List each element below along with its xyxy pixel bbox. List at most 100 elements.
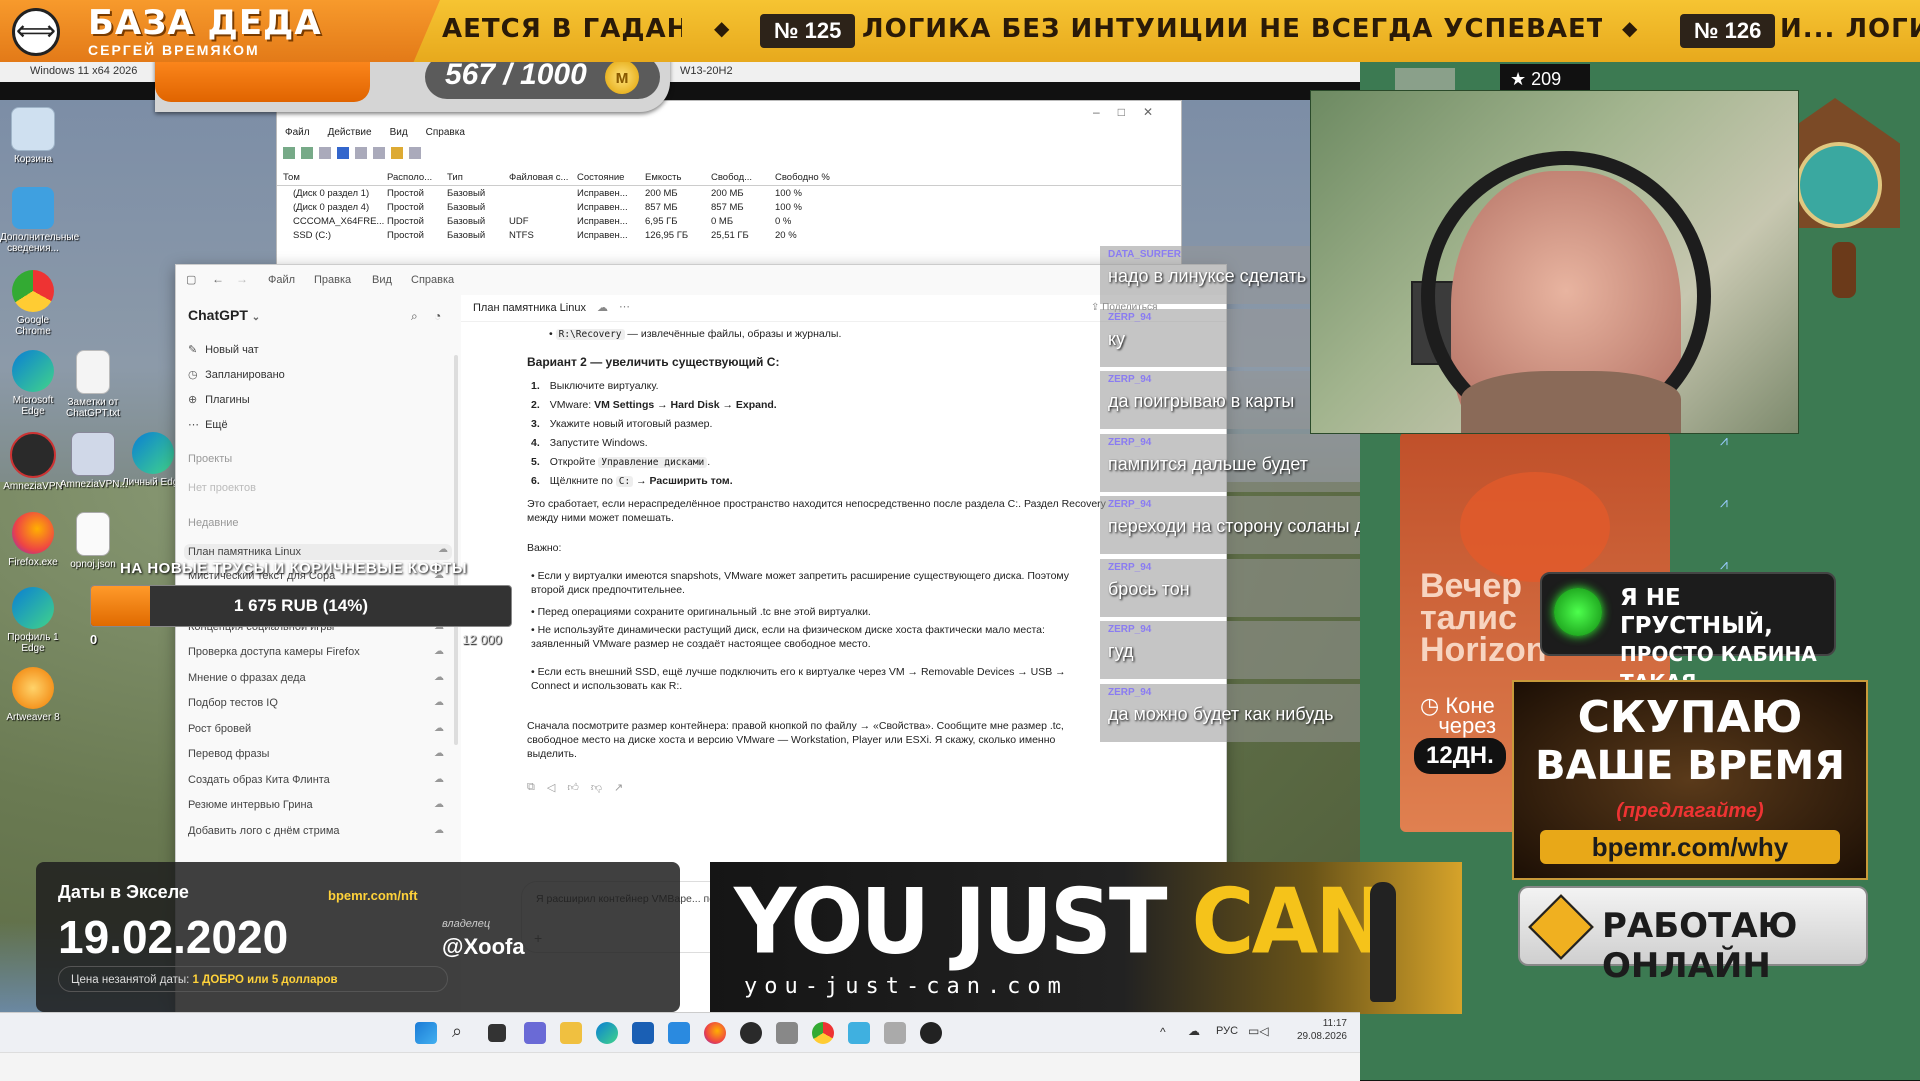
window-controls[interactable]: –□✕: [1093, 105, 1171, 119]
vm-tab-1[interactable]: Windows 11 x64 2026: [30, 65, 137, 77]
gpt-menu-file[interactable]: Файл: [268, 274, 295, 286]
back-icon[interactable]: [283, 147, 295, 159]
recovery-line: • R:\Recovery — извлечённые файлы, образ…: [549, 328, 842, 340]
clock-tray[interactable]: 11:17 29.08.2026: [1295, 1017, 1347, 1043]
disk-volume-row[interactable]: (Диск 0 раздел 1) Простой Базовый Исправен.…: [277, 187, 1181, 201]
disk-cell: Базовый: [447, 188, 486, 199]
chatgpt-app-title[interactable]: ChatGPT ⌄: [188, 307, 260, 323]
recent-chat-item[interactable]: План памятника Linux ☁: [184, 544, 452, 560]
disk-column-header[interactable]: Файловая с...: [509, 171, 573, 185]
gpt-menu-view[interactable]: Вид: [372, 274, 392, 286]
nav-more[interactable]: ⋯ Ещё: [188, 418, 228, 431]
vm-tab-2[interactable]: W13-20H2: [680, 65, 733, 77]
disk-column-header[interactable]: Емкость: [645, 171, 707, 185]
firefox-icon[interactable]: [704, 1022, 726, 1044]
chat-item-label: План памятника Linux: [188, 546, 301, 558]
disk-volume-row[interactable]: CCCOMA_X64FRE... Простой Базовый UDF Исправе…: [277, 215, 1181, 229]
copy-icon[interactable]: ⧉: [527, 781, 535, 794]
search-icon[interactable]: ⌕: [411, 309, 418, 324]
folder-icon[interactable]: [391, 147, 403, 159]
vpn-icon[interactable]: [740, 1022, 762, 1044]
menu-file[interactable]: Файл: [285, 127, 310, 138]
recent-chat-item[interactable]: Подбор тестов IQ ☁: [188, 697, 448, 709]
recent-chat-item[interactable]: Создать образ Кита Флинта ☁: [188, 774, 448, 786]
start-icon[interactable]: [415, 1022, 437, 1044]
disk-column-header[interactable]: Том: [283, 171, 383, 185]
bell-icon[interactable]: ◔: [434, 309, 441, 323]
properties-icon[interactable]: [319, 147, 331, 159]
recent-chat-item[interactable]: Проверка доступа камеры Firefox ☁: [188, 646, 448, 658]
sidebar-toggle-icon[interactable]: ▢: [186, 273, 196, 286]
nav-new-chat[interactable]: ✎ Новый чат: [188, 343, 259, 356]
menu-view[interactable]: Вид: [390, 127, 408, 138]
desktop-icon-edge[interactable]: Microsoft Edge: [0, 350, 66, 417]
recent-chat-item[interactable]: Рост бровей ☁: [188, 723, 448, 735]
desktop-icon-chrome[interactable]: Google Chrome: [0, 270, 66, 337]
tray-chevron-icon[interactable]: ^: [1160, 1025, 1166, 1039]
thumbs-up-icon[interactable]: 👍︎: [567, 781, 579, 794]
desktop-icon-firefox[interactable]: Firefox.exe: [0, 512, 66, 568]
share-icon[interactable]: ↗: [614, 781, 623, 794]
disk-volume-row[interactable]: (Диск 0 раздел 4) Простой Базовый Исправен.…: [277, 201, 1181, 215]
desktop-icon-recycle-bin[interactable]: Корзина: [0, 107, 66, 165]
calculator-icon[interactable]: [776, 1022, 798, 1044]
file-explorer-icon[interactable]: [560, 1022, 582, 1044]
nav-scheduled[interactable]: ◷ Запланировано: [188, 368, 285, 381]
thumbs-down-icon[interactable]: 👎︎: [591, 781, 602, 794]
disk-column-header[interactable]: Состояние: [577, 171, 641, 185]
outlook-icon[interactable]: [668, 1022, 690, 1044]
up-arrow-icon[interactable]: ⩘: [1720, 432, 1728, 449]
volume-icon[interactable]: ▭◁: [1248, 1024, 1269, 1038]
desktop-icon-json[interactable]: opnoj.json: [60, 512, 126, 570]
recent-chat-item[interactable]: Перевод фразы ☁: [188, 748, 448, 760]
menu-action[interactable]: Действие: [328, 127, 372, 138]
disk-column-header[interactable]: Тип: [447, 171, 505, 185]
task-view-icon[interactable]: [488, 1024, 506, 1042]
forward-arrow-icon[interactable]: →: [236, 272, 248, 286]
recent-chat-item[interactable]: Резюме интервью Грина ☁: [188, 799, 448, 811]
donation-goal-title: НА НОВЫЕ ТРУСЫ И КОРИЧНЕВЫЕ КОФТЫ: [120, 560, 468, 577]
nav-plugins[interactable]: ⊕ Плагины: [188, 393, 250, 406]
view-icon[interactable]: [409, 147, 421, 159]
you-just-can-ad: YOU JUST CAN you-just-can.com: [710, 862, 1462, 1014]
recent-chat-item[interactable]: Добавить лого с днём стрима ☁: [188, 825, 448, 837]
desktop-icon-artweaver[interactable]: Artweaver 8: [0, 667, 66, 723]
sidebar-scrollbar[interactable]: [454, 355, 458, 745]
disk-column-header[interactable]: Свобод...: [711, 171, 771, 185]
menu-help[interactable]: Справка: [426, 127, 465, 138]
edit-icon: ✎: [188, 344, 198, 356]
chat-title[interactable]: План памятника Linux: [473, 302, 586, 314]
desktop-icon-vpn-setup[interactable]: AmneziaVPN...: [60, 432, 128, 490]
forward-icon[interactable]: [301, 147, 313, 159]
desktop-icon-notes[interactable]: Заметки от ChatGPT.txt: [60, 350, 126, 419]
recent-chat-item[interactable]: Мнение о фразах деда ☁: [188, 672, 448, 684]
language-indicator[interactable]: РУС: [1216, 1025, 1238, 1037]
disk-column-header[interactable]: Располо...: [387, 171, 443, 185]
up-arrow-icon[interactable]: ⩘: [1720, 494, 1728, 511]
list-icon[interactable]: [355, 147, 367, 159]
widgets-icon[interactable]: [524, 1022, 546, 1044]
speaker-icon[interactable]: ◁: [547, 781, 555, 794]
disk-column-header[interactable]: Свободно %: [775, 171, 833, 185]
chrome-icon[interactable]: [812, 1022, 834, 1044]
snipping-tool-icon[interactable]: [884, 1022, 906, 1044]
up-arrow-icon[interactable]: ⩘: [1720, 556, 1728, 573]
bullet-text: Не используйте динамически растущий диск…: [531, 624, 1045, 650]
desktop-icon-vpn[interactable]: AmneziaVPN: [0, 432, 66, 492]
refresh-icon[interactable]: [373, 147, 385, 159]
help-icon[interactable]: [337, 147, 349, 159]
back-arrow-icon[interactable]: ←: [212, 272, 224, 286]
more-options-icon[interactable]: ⋯: [619, 300, 630, 313]
chatgpt-icon[interactable]: [920, 1022, 942, 1044]
gpt-menu-edit[interactable]: Правка: [314, 274, 351, 286]
date-price-pill: Цена незанятой даты: 1 ДОБРО или 5 долла…: [58, 966, 448, 992]
store-icon[interactable]: [632, 1022, 654, 1044]
search-icon[interactable]: ⌕: [452, 1021, 462, 1042]
gpt-menu-help[interactable]: Справка: [411, 274, 454, 286]
edge-icon[interactable]: [596, 1022, 618, 1044]
notepad-icon[interactable]: [848, 1022, 870, 1044]
network-icon[interactable]: ☁: [1188, 1024, 1200, 1038]
desktop-icon-info[interactable]: Дополнительные сведения...: [0, 187, 79, 254]
desktop-icon-profile-edge[interactable]: Профиль 1 Edge: [0, 587, 66, 654]
disk-volume-row[interactable]: SSD (C:) Простой Базовый NTFS Исправен... 126…: [277, 229, 1181, 243]
